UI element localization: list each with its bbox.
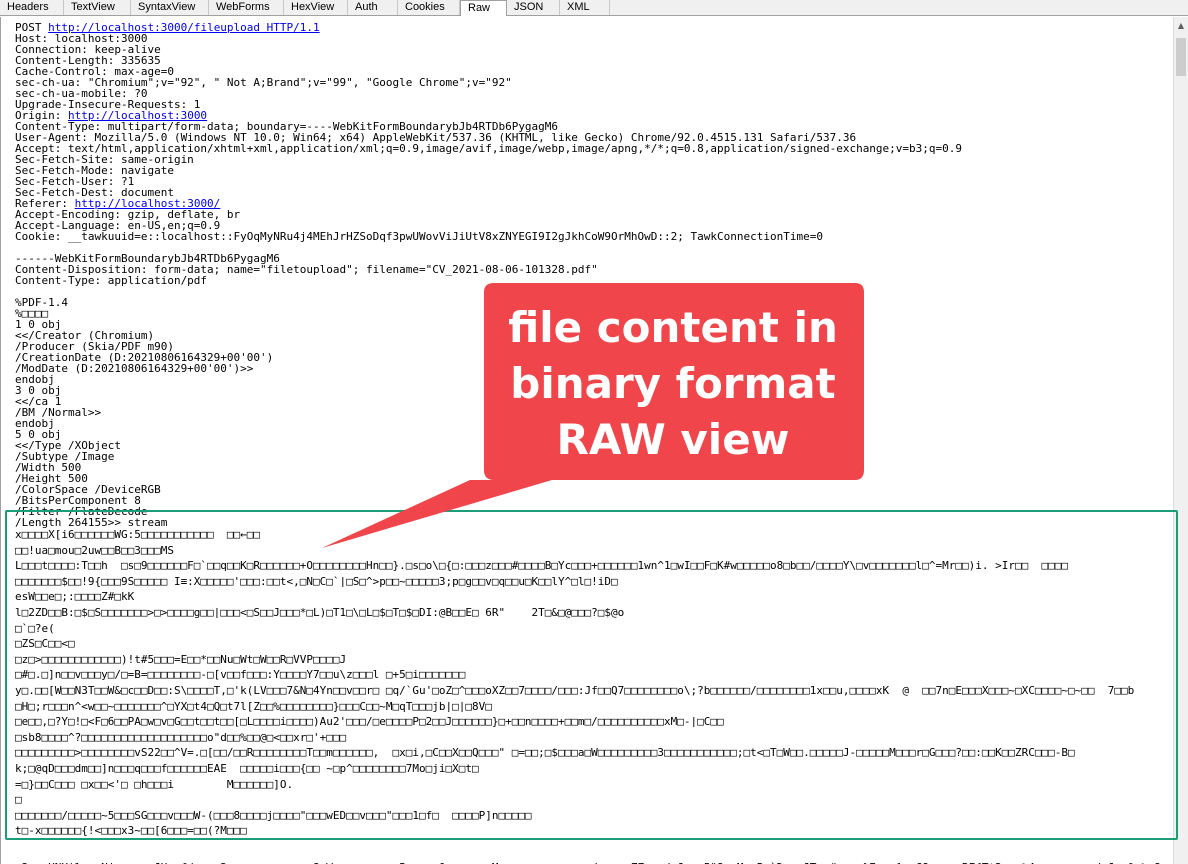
callout-line-2: binary format (510, 359, 836, 408)
callout-line-1: file content in (508, 303, 838, 352)
callout-text: file content in binary format RAW view (484, 291, 862, 477)
callout-line-3: RAW view (556, 415, 790, 464)
